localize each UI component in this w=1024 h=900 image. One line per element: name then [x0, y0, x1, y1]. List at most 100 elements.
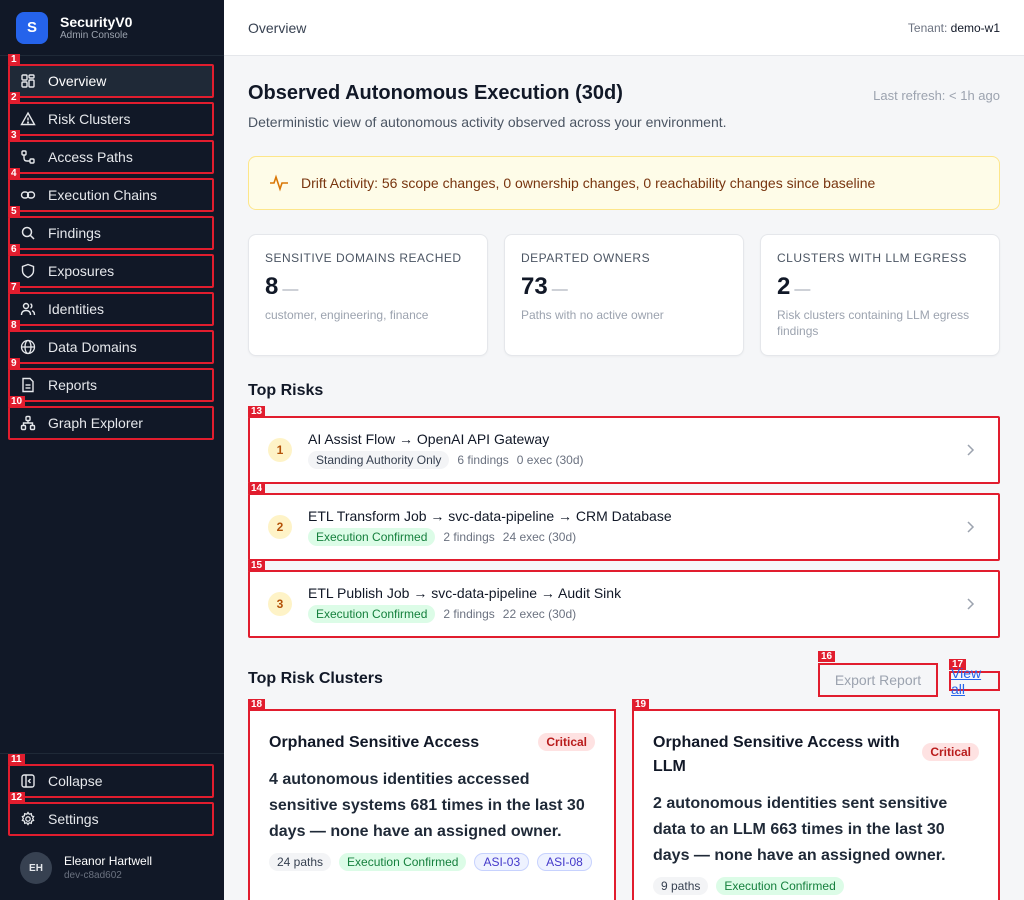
annotation-tag: 8: [8, 320, 20, 331]
stat-card-sensitive-domains: SENSITIVE DOMAINS REACHED 8— customer, e…: [248, 234, 488, 356]
annotation-tag: 3: [8, 130, 20, 141]
annotation-tag: 9: [8, 358, 20, 369]
sidebar-nav: 1 Overview 2 Risk Clusters 3 Access Path…: [8, 54, 214, 444]
paths-badge: 24 paths: [269, 853, 332, 871]
user-profile[interactable]: EH Eleanor Hartwell dev-c8ad602: [20, 852, 152, 884]
search-icon: [20, 225, 36, 241]
asi-badge: ASI-03: [474, 853, 530, 871]
tenant-label: Tenant:: [907, 20, 948, 35]
sidebar-item-identities[interactable]: 7 Identities: [8, 282, 214, 326]
stat-card-departed-owners: DEPARTED OWNERS 73— Paths with no active…: [504, 234, 744, 356]
sidebar-item-data-domains[interactable]: 8 Data Domains: [8, 320, 214, 364]
top-risk-item[interactable]: 13 1 AI Assist Flow → OpenAI API Gateway…: [248, 406, 1000, 484]
graph-icon: [20, 415, 36, 431]
sidebar-item-label: Risk Clusters: [48, 111, 131, 127]
top-risks-title: Top Risks: [248, 382, 324, 399]
status-badge: Standing Authority Only: [308, 451, 450, 469]
sidebar-item-label: Execution Chains: [48, 187, 157, 203]
user-name: Eleanor Hartwell: [64, 854, 153, 868]
sidebar-item-label: Identities: [48, 301, 105, 317]
collapse-label: Collapse: [48, 773, 103, 789]
findings-count: 2 findings: [443, 530, 495, 544]
exec-count: 22 exec (30d): [502, 607, 577, 621]
export-report-button[interactable]: Export Report: [818, 663, 938, 697]
sidebar-item-label: Exposures: [48, 263, 115, 279]
page-title: Observed Autonomous Execution (30d): [248, 82, 623, 104]
sidebar-item-label: Reports: [48, 377, 98, 393]
sidebar-item-label: Access Paths: [48, 149, 133, 165]
annotation-tag: 19: [632, 699, 650, 710]
user-id: dev-c8ad602: [64, 870, 122, 881]
sidebar-item-overview[interactable]: 1 Overview: [8, 54, 214, 98]
stat-dash: —: [551, 281, 568, 298]
chevron-right-icon: [967, 444, 975, 456]
sidebar: S SecurityV0 Admin Console 1 Overview 2 …: [0, 0, 224, 900]
stat-value: 2: [777, 273, 791, 300]
top-risk-item[interactable]: 14 2 ETL Transform Job → svc-data-pipeli…: [248, 483, 1000, 561]
drift-banner: Drift Activity: 56 scope changes, 0 owne…: [248, 156, 1000, 210]
page-breadcrumb: Overview: [248, 19, 307, 36]
risk-rank: 1: [268, 438, 292, 462]
sidebar-item-exposures[interactable]: 6 Exposures: [8, 244, 214, 288]
globe-icon: [20, 339, 36, 355]
annotation-tag: 5: [8, 206, 20, 217]
risk-title: ETL Publish Job → svc-data-pipeline → Au…: [308, 585, 622, 601]
topbar: Overview Tenant: demo-w1: [224, 0, 1024, 56]
stats-row: SENSITIVE DOMAINS REACHED 8— customer, e…: [248, 234, 1000, 356]
cluster-title: Orphaned Sensitive Access: [269, 734, 480, 751]
status-badge: Execution Confirmed: [339, 853, 467, 871]
avatar: EH: [20, 852, 52, 884]
sidebar-item-label: Graph Explorer: [48, 415, 143, 431]
route-icon: [20, 149, 36, 165]
risk-cluster-card[interactable]: 18 Orphaned Sensitive Access Critical 4 …: [248, 699, 616, 900]
stat-label: SENSITIVE DOMAINS REACHED: [265, 251, 462, 265]
stat-dash: —: [794, 281, 811, 298]
sidebar-item-execution-chains[interactable]: 4 Execution Chains: [8, 168, 214, 212]
sidebar-item-label: Data Domains: [48, 339, 137, 355]
chevron-right-icon: [967, 598, 975, 610]
view-all-link[interactable]: View all: [949, 665, 1000, 697]
paths-badge: 9 paths: [653, 877, 709, 895]
sidebar-item-risk-clusters[interactable]: 2 Risk Clusters: [8, 92, 214, 136]
cluster-description: 2 autonomous identities sent sensitive d…: [653, 795, 948, 864]
sidebar-footer: 11 Collapse 12 Settings: [0, 753, 224, 836]
risk-cluster-card[interactable]: 19 Orphaned Sensitive Access with LLM Cr…: [632, 699, 1000, 900]
stat-label: CLUSTERS WITH LLM EGRESS: [777, 251, 968, 265]
annotation-tag: 11: [8, 754, 25, 765]
sidebar-item-access-paths[interactable]: 3 Access Paths: [8, 130, 214, 174]
collapse-button[interactable]: 11 Collapse: [8, 754, 214, 798]
annotation-tag: 7: [8, 282, 20, 293]
settings-label: Settings: [48, 811, 99, 827]
sidebar-item-findings[interactable]: 5 Findings: [8, 206, 214, 250]
tenant-indicator: Tenant: demo-w1: [908, 21, 1000, 35]
top-risk-item[interactable]: 15 3 ETL Publish Job → svc-data-pipeline…: [248, 560, 1000, 638]
stat-card-llm-egress: CLUSTERS WITH LLM EGRESS 2— Risk cluster…: [760, 234, 1000, 356]
warning-icon: [20, 111, 36, 127]
top-clusters-title: Top Risk Clusters: [248, 670, 383, 687]
risk-rank: 3: [268, 592, 292, 616]
severity-badge: Critical: [922, 743, 979, 761]
document-icon: [20, 377, 36, 393]
sidebar-item-graph-explorer[interactable]: 10 Graph Explorer: [8, 396, 214, 440]
sidebar-item-reports[interactable]: 9 Reports: [8, 358, 214, 402]
gear-icon: [20, 811, 36, 827]
page-subtitle: Deterministic view of autonomous activit…: [248, 114, 727, 130]
status-badge: Execution Confirmed: [308, 605, 436, 623]
settings-button[interactable]: 12 Settings: [8, 792, 214, 836]
findings-count: 2 findings: [443, 607, 495, 621]
annotation-tag: 15: [248, 560, 266, 571]
annotation-tag: 14: [248, 483, 266, 494]
sidebar-item-label: Findings: [48, 225, 101, 241]
risk-rank: 2: [268, 515, 292, 539]
stat-description: Paths with no active owner: [521, 308, 664, 322]
main-area: Overview Tenant: demo-w1 Observed Autono…: [224, 0, 1024, 900]
annotation-tag: 16: [818, 651, 836, 662]
annotation-tag: 4: [8, 168, 20, 179]
collapse-icon: [20, 773, 36, 789]
risk-title: AI Assist Flow → OpenAI API Gateway: [308, 431, 550, 447]
link-icon: [20, 187, 36, 203]
users-icon: [20, 301, 36, 317]
status-badge: Execution Confirmed: [308, 528, 436, 546]
stat-description: Risk clusters containing LLM egress find…: [777, 308, 970, 338]
activity-icon: [270, 174, 288, 192]
